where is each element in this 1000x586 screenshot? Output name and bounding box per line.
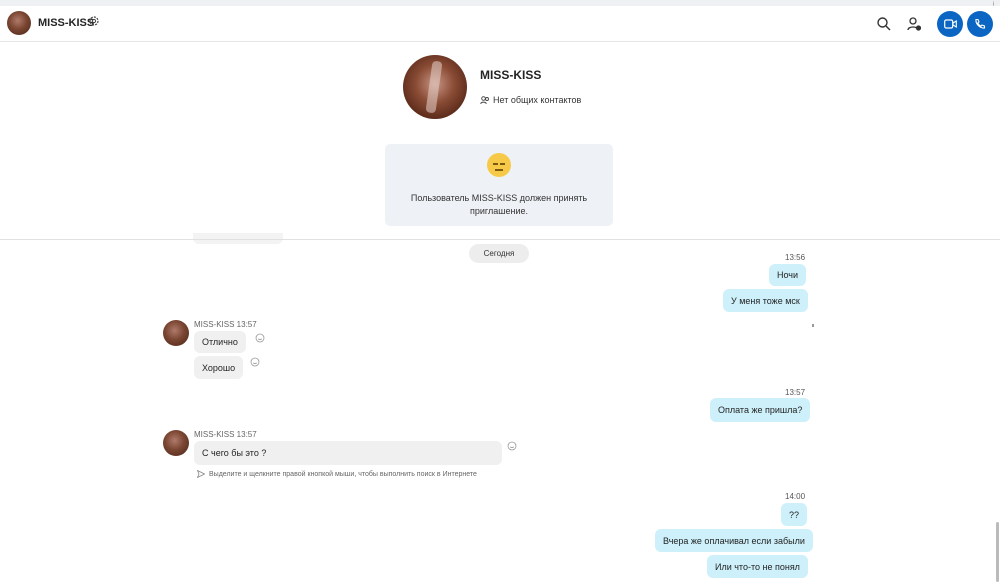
incoming-message[interactable]: С чего бы это ? <box>194 441 502 465</box>
message-time: 14:00 <box>785 492 806 501</box>
date-separator: Сегодня <box>469 244 529 263</box>
video-call-button[interactable] <box>937 11 963 37</box>
profile-avatar[interactable] <box>403 55 467 119</box>
sender-avatar[interactable] <box>163 430 189 456</box>
chat-scrollbar[interactable] <box>996 522 999 582</box>
outgoing-message[interactable]: У меня тоже мск <box>723 289 808 312</box>
profile-divider <box>0 239 1000 240</box>
incoming-message[interactable]: Отлично <box>194 331 246 353</box>
smiley-reaction-icon[interactable] <box>507 441 517 451</box>
smiley-reaction-icon[interactable] <box>255 333 265 343</box>
gear-icon[interactable] <box>88 15 100 27</box>
outgoing-message[interactable]: Оплата же пришла? <box>710 398 811 422</box>
add-contact-icon[interactable] <box>906 16 922 32</box>
chat-window: ᵢ MISS-KISS MISS-KISS Нет общих контакто… <box>0 0 1000 586</box>
sender-avatar[interactable] <box>163 320 189 346</box>
invitation-card: Пользователь MISS-KISS должен принять пр… <box>385 144 613 226</box>
profile-name: MISS-KISS <box>480 68 542 82</box>
mutual-contacts-note: Нет общих контактов <box>480 95 581 105</box>
mutual-contacts-text: Нет общих контактов <box>493 95 582 105</box>
header-contact-name[interactable]: MISS-KISS <box>38 17 94 29</box>
outgoing-message[interactable]: Ночи <box>769 264 807 286</box>
contact-profile: MISS-KISS Нет общих контактов Пользовате… <box>0 43 1000 239</box>
contacts-icon <box>480 95 489 104</box>
video-call-icon <box>943 19 957 29</box>
phone-call-button[interactable] <box>967 11 993 37</box>
outgoing-message[interactable]: Или что-то не понял <box>707 555 808 578</box>
message-time: 13:57 <box>785 388 806 397</box>
header-avatar[interactable] <box>7 11 31 35</box>
search-hint-text: Выделите и щелкните правой кнопкой мыши,… <box>209 470 477 478</box>
outgoing-message[interactable]: Вчера же оплачивал если забыли <box>655 529 813 552</box>
sender-label: MISS-KISS 13:57 <box>194 320 257 329</box>
message-time: 13:56 <box>785 253 806 262</box>
expressionless-face-icon <box>487 153 511 177</box>
phone-call-icon <box>975 18 986 29</box>
smiley-reaction-icon[interactable] <box>250 357 260 367</box>
incoming-message[interactable]: Хорошо <box>194 356 244 379</box>
search-hint: Выделите и щелкните правой кнопкой мыши,… <box>197 470 477 478</box>
send-arrow-icon <box>197 470 205 478</box>
search-icon[interactable] <box>876 16 892 32</box>
invitation-message: Пользователь MISS-KISS должен принять пр… <box>410 193 588 216</box>
outgoing-message[interactable]: ?? <box>781 503 808 526</box>
chat-header: MISS-KISS <box>0 6 1000 42</box>
sender-label: MISS-KISS 13:57 <box>194 430 257 439</box>
status-dot <box>812 324 814 327</box>
